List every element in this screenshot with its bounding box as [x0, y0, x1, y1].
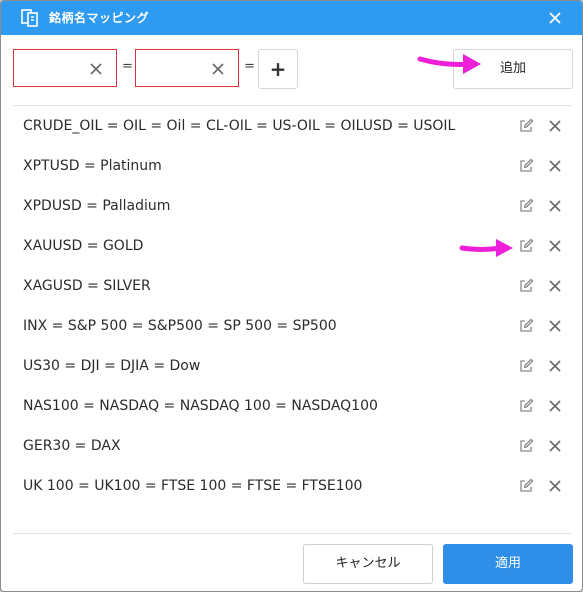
- mapping-label: GER30 = DAX: [23, 438, 121, 454]
- mapping-label: XPTUSD = Platinum: [23, 158, 162, 174]
- annotation-arrow-icon: [459, 239, 513, 257]
- delete-icon[interactable]: [549, 240, 561, 252]
- equals-sign: =: [244, 59, 255, 74]
- delete-icon[interactable]: [549, 360, 561, 372]
- delete-icon[interactable]: [549, 400, 561, 412]
- apply-button[interactable]: 適用: [443, 544, 573, 584]
- delete-icon[interactable]: [549, 160, 561, 172]
- mapping-label: NAS100 = NASDAQ = NASDAQ 100 = NASDAQ100: [23, 398, 378, 414]
- mapping-row: XAGUSD = SILVER: [1, 266, 582, 306]
- edit-icon[interactable]: [518, 438, 534, 454]
- mapping-label: CRUDE_OIL = OIL = Oil = CL-OIL = US-OIL …: [23, 118, 456, 134]
- edit-icon[interactable]: [518, 398, 534, 414]
- mapping-row: XPDUSD = Palladium: [1, 186, 582, 226]
- delete-icon[interactable]: [549, 320, 561, 332]
- edit-icon[interactable]: [518, 478, 534, 494]
- annotation-arrow-icon: [417, 54, 481, 74]
- mapping-row: CRUDE_OIL = OIL = Oil = CL-OIL = US-OIL …: [1, 106, 582, 146]
- clear-left-icon[interactable]: [90, 63, 102, 75]
- mapping-label: INX = S&P 500 = S&P500 = SP 500 = SP500: [23, 318, 337, 334]
- dialog-title: 銘柄名マッピング: [49, 11, 150, 25]
- mapping-label: XPDUSD = Palladium: [23, 198, 171, 214]
- mapping-label: XAGUSD = SILVER: [23, 278, 151, 294]
- edit-icon[interactable]: [518, 238, 534, 254]
- mapping-row: US30 = DJI = DJIA = Dow: [1, 346, 582, 386]
- mapping-row: XPTUSD = Platinum: [1, 146, 582, 186]
- mapping-list: CRUDE_OIL = OIL = Oil = CL-OIL = US-OIL …: [1, 106, 582, 506]
- mapping-label: US30 = DJI = DJIA = Dow: [23, 358, 201, 374]
- mapping-icon: [21, 9, 38, 27]
- edit-icon[interactable]: [518, 198, 534, 214]
- cancel-button[interactable]: キャンセル: [303, 544, 433, 584]
- delete-icon[interactable]: [549, 120, 561, 132]
- close-icon[interactable]: [548, 11, 562, 25]
- edit-icon[interactable]: [518, 358, 534, 374]
- clear-right-icon[interactable]: [212, 63, 224, 75]
- mapping-row: UK 100 = UK100 = FTSE 100 = FTSE = FTSE1…: [1, 466, 582, 506]
- delete-icon[interactable]: [549, 280, 561, 292]
- mapping-label: XAUUSD = GOLD: [23, 238, 144, 254]
- delete-icon[interactable]: [549, 440, 561, 452]
- edit-icon[interactable]: [518, 158, 534, 174]
- delete-icon[interactable]: [549, 480, 561, 492]
- dialog-titlebar: 銘柄名マッピング: [1, 1, 582, 35]
- equals-sign: =: [122, 59, 133, 74]
- edit-icon[interactable]: [518, 318, 534, 334]
- symbol-input-right[interactable]: [142, 58, 208, 80]
- edit-icon[interactable]: [518, 278, 534, 294]
- mapping-label: UK 100 = UK100 = FTSE 100 = FTSE = FTSE1…: [23, 478, 363, 494]
- mapping-row: INX = S&P 500 = S&P500 = SP 500 = SP500: [1, 306, 582, 346]
- mapping-row: GER30 = DAX: [1, 426, 582, 466]
- edit-icon[interactable]: [518, 118, 534, 134]
- mapping-row: NAS100 = NASDAQ = NASDAQ 100 = NASDAQ100: [1, 386, 582, 426]
- delete-icon[interactable]: [549, 200, 561, 212]
- symbol-input-left-box: [13, 49, 117, 87]
- symbol-mapping-dialog: 銘柄名マッピング = = + 追加 CRUDE_OIL = OIL = Oil …: [0, 0, 583, 592]
- divider: [13, 533, 572, 534]
- add-field-button[interactable]: +: [258, 49, 298, 89]
- symbol-input-left[interactable]: [20, 58, 86, 80]
- symbol-input-right-box: [135, 49, 239, 87]
